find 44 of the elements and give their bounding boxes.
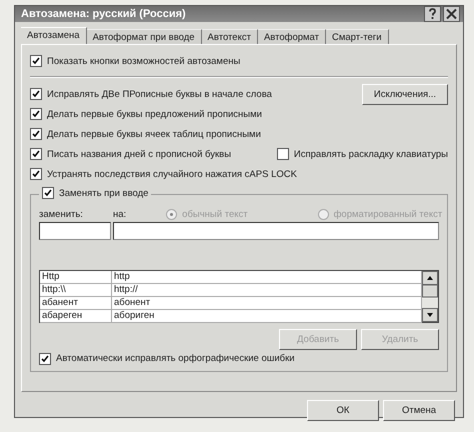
checkbox[interactable] [30,148,42,160]
scrollbar-drawing[interactable] [422,271,438,322]
checkbox[interactable] [30,55,42,67]
table-cell[interactable]: Http [40,271,112,284]
checkbox[interactable] [30,168,42,180]
table-cell[interactable]: абориген [112,310,422,323]
table-cell[interactable]: абонент [112,297,422,310]
tab[interactable]: Автотекст [202,29,258,44]
field-label: заменить: [39,209,84,220]
checkbox-label: Делать первые буквы ячеек таблиц прописными [47,128,261,140]
replace-field[interactable] [39,222,111,240]
checkbox-label: Делать первые буквы предложений прописными [47,108,262,120]
checkbox-label: Писать названия дней с прописной буквы [47,148,232,160]
checkbox[interactable] [30,128,42,140]
checkbox-label: Автоматически исправлять орфографические ошибки [56,353,295,364]
dialog-button[interactable]: Отмена [383,400,455,421]
table-cell[interactable]: http [112,271,422,284]
table-cell[interactable]: http:\\ [40,284,112,297]
exceptions-button[interactable]: Исключения... [362,84,448,104]
tab[interactable]: Автоформат при вводе [86,29,202,44]
checkbox[interactable] [276,148,289,160]
tab[interactable]: Смарт-теги [326,29,389,44]
checkbox-label: Исправлять ДВе ПРописные буквы в начале слова [47,88,272,100]
window-title: Автозамена: русский (Россия) [21,8,187,20]
checkbox[interactable] [30,88,42,100]
tab[interactable]: Автоформат [258,29,326,44]
tab[interactable]: Автозамена [21,27,87,44]
close-icon[interactable] [443,6,460,22]
table-cell[interactable]: http:// [112,284,422,297]
help-icon[interactable] [424,6,441,22]
checkbox[interactable] [42,187,54,199]
radio-label: форматированный текст [334,209,442,220]
radio-label: обычный текст [182,209,248,220]
dialog-button[interactable]: ОК [307,400,379,421]
checkbox-label: Исправлять раскладку клавиатуры [294,148,448,160]
with-field[interactable] [113,222,439,240]
checkbox[interactable] [30,108,42,120]
checkbox-label: Устранять последствия случайного нажатия cAPS LOCK [47,168,297,180]
checkbox-label: Заменять при вводе [59,188,148,198]
table-cell[interactable]: абанент [40,297,112,310]
table-cell[interactable]: абареген [40,310,112,323]
checkbox[interactable] [39,352,51,364]
field-label: на: [113,209,126,220]
checkbox-label: Показать кнопки возможностей автозамены [47,56,240,66]
